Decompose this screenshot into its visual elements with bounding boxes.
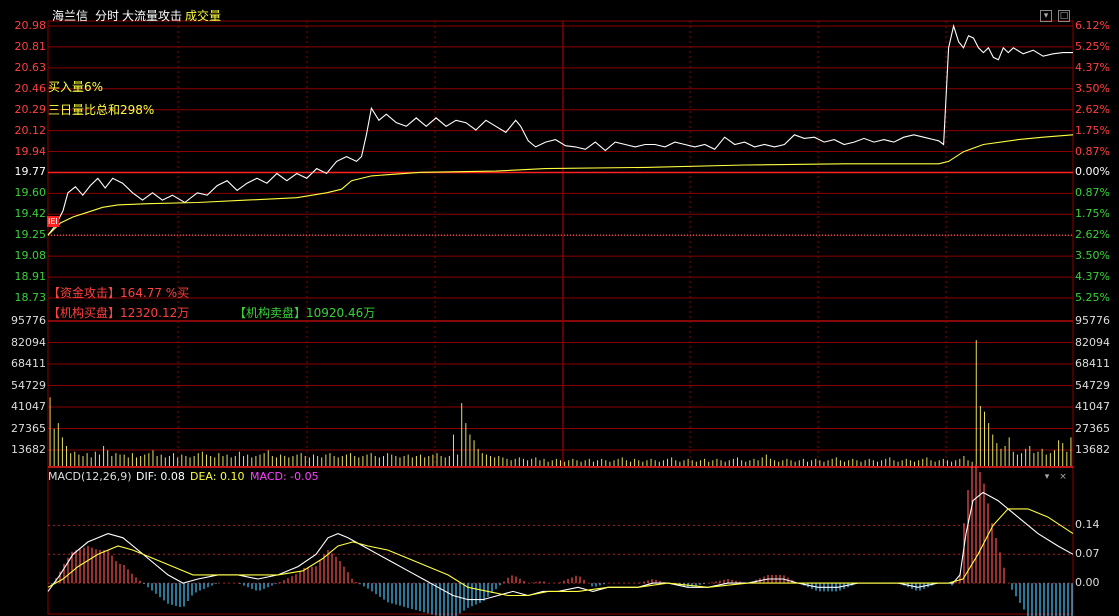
pct-tick-label: 2.62% <box>1075 102 1110 116</box>
inst-sell-label: 【机构卖盘】 <box>234 306 307 320</box>
open-marker: IEI <box>47 216 59 227</box>
volume-tick-label: 82094 <box>1075 335 1110 349</box>
intraday-chart[interactable]: 海兰信 分时 大流量攻击 成交量 ▾ □ 买入量6% 三日量比总和298% 【资… <box>0 0 1119 616</box>
tab-volume[interactable]: 成交量 <box>185 8 221 24</box>
dropdown-icon[interactable]: ▾ <box>1040 10 1052 22</box>
volume-tick-label: 68411 <box>11 357 46 370</box>
price-tick-label: 18.91 <box>14 270 47 284</box>
volume-tick-label: 82094 <box>11 335 46 349</box>
pct-tick-label: 1.75% <box>1075 123 1110 137</box>
macd-value: MACD: -0.05 <box>250 470 319 483</box>
pct-tick-label: 3.50% <box>1075 81 1110 95</box>
pct-tick-label: 4.37% <box>1075 270 1110 284</box>
pct-tick-label: 2.62% <box>1075 228 1110 242</box>
pct-tick-label: 0.00% <box>1075 165 1110 179</box>
volume-tick-label: 41047 <box>11 400 46 413</box>
volume-tick-label: 41047 <box>1075 400 1110 413</box>
capital-attack-value: 164.77 %买 <box>120 286 190 300</box>
price-tick-label: 19.42 <box>14 207 47 221</box>
price-tick-label: 19.08 <box>14 249 47 263</box>
maximize-icon[interactable]: □ <box>1058 10 1070 22</box>
pct-tick-label: 5.25% <box>1075 39 1110 53</box>
inst-buy-label: 【机构买盘】 <box>48 306 121 320</box>
tab-intraday[interactable]: 分时 <box>95 8 119 24</box>
price-tick-label: 19.77 <box>14 165 47 179</box>
macd-close-icon[interactable]: × <box>1058 472 1068 482</box>
macd-dif: DIF: 0.08 <box>136 470 185 483</box>
price-tick-label: 20.46 <box>14 81 47 95</box>
volume-tick-label: 13682 <box>1075 443 1110 456</box>
price-tick-label: 20.29 <box>14 102 47 116</box>
price-tick-label: 19.25 <box>14 228 47 242</box>
buy-ratio-text: 买入量6% <box>48 80 104 94</box>
inst-buy-value: 12320.12万 <box>120 306 190 320</box>
macd-tick-label: 0.07 <box>1075 547 1100 561</box>
three-day-ratio-text: 三日量比总和298% <box>48 103 155 117</box>
macd-tick-label: 0.14 <box>1075 518 1100 532</box>
macd-tick-label: 0.00 <box>1075 576 1100 590</box>
pct-tick-label: 0.87% <box>1075 144 1110 158</box>
macd-dea: DEA: 0.10 <box>190 470 245 483</box>
pct-tick-label: 4.37% <box>1075 60 1110 74</box>
price-tick-label: 20.63 <box>14 60 47 74</box>
volume-tick-label: 68411 <box>1075 357 1110 370</box>
pct-tick-label: 1.75% <box>1075 207 1110 221</box>
volume-tick-label: 54729 <box>1075 378 1110 392</box>
macd-dropdown-icon[interactable]: ▾ <box>1042 472 1052 482</box>
stock-name: 海兰信 <box>52 9 89 23</box>
avg-price-line <box>47 134 1074 236</box>
price-tick-label: 18.73 <box>14 291 47 304</box>
volume-tick-label: 95776 <box>11 314 46 327</box>
pct-tick-label: 6.12% <box>1075 19 1110 32</box>
price-tick-label: 19.60 <box>14 186 47 200</box>
volume-tick-label: 95776 <box>1075 314 1110 327</box>
pct-tick-label: 3.50% <box>1075 249 1110 263</box>
volume-tick-label: 13682 <box>11 443 46 456</box>
price-tick-label: 20.12 <box>14 123 47 137</box>
macd-title: MACD(12,26,9) <box>48 470 132 483</box>
indicator-name[interactable]: 大流量攻击 <box>122 8 182 24</box>
volume-tick-label: 27365 <box>11 421 46 435</box>
pct-tick-label: 0.87% <box>1075 186 1110 200</box>
volume-tick-label: 54729 <box>11 378 46 392</box>
price-tick-label: 20.98 <box>14 19 47 32</box>
pct-tick-label: 5.25% <box>1075 291 1110 304</box>
price-tick-label: 19.94 <box>14 144 47 158</box>
volume-tick-label: 27365 <box>1075 421 1110 435</box>
capital-attack-label: 【资金攻击】 <box>48 286 121 300</box>
price-tick-label: 20.81 <box>14 39 47 53</box>
inst-sell-value: 10920.46万 <box>306 306 376 320</box>
